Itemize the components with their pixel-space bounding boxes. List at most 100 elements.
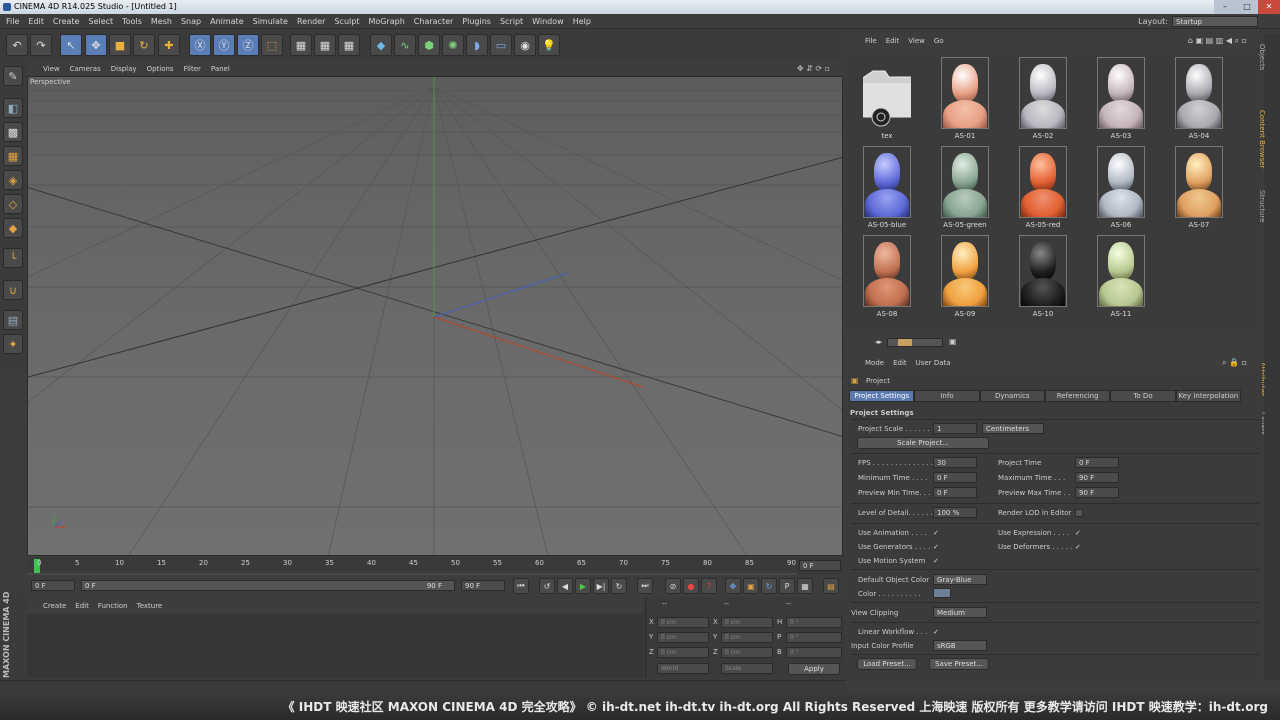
- record-keys-icon[interactable]: ⊘: [665, 578, 681, 594]
- deformer-icon[interactable]: ◗: [466, 34, 488, 56]
- load-preset-button[interactable]: Load Preset...: [857, 658, 917, 670]
- min-time-field[interactable]: 0 F: [933, 472, 977, 483]
- cb-item-as-10[interactable]: AS-10: [1013, 231, 1073, 318]
- scheme-menu-icon[interactable]: ▤: [823, 578, 839, 594]
- input-color-profile-select[interactable]: sRGB: [933, 640, 987, 651]
- cb-item-as-07[interactable]: AS-07: [1169, 142, 1229, 229]
- next-key-icon[interactable]: ↻: [611, 578, 627, 594]
- attr-menu-edit[interactable]: Edit: [893, 359, 907, 367]
- cb-item-as-11[interactable]: AS-11: [1091, 231, 1151, 318]
- use-animation-checkbox[interactable]: ✓: [933, 529, 941, 537]
- render-view-icon[interactable]: ▦: [290, 34, 312, 56]
- linear-workflow-checkbox[interactable]: ✓: [933, 628, 941, 636]
- layout-select[interactable]: Startup: [1172, 16, 1258, 27]
- default-color-select[interactable]: Gray-Blue: [933, 574, 987, 585]
- project-time-field[interactable]: 0 F: [1075, 457, 1119, 468]
- menu-file[interactable]: File: [6, 17, 19, 26]
- next-frame-icon[interactable]: ▶|: [593, 578, 609, 594]
- menu-simulate[interactable]: Simulate: [253, 17, 288, 26]
- subdivision-icon[interactable]: ⬢: [418, 34, 440, 56]
- preview-min-field[interactable]: 0 F: [933, 487, 977, 498]
- material-menu-function[interactable]: Function: [98, 602, 128, 610]
- cb-menu-view[interactable]: View: [908, 37, 925, 45]
- go-to-start-icon[interactable]: ⏮: [513, 578, 529, 594]
- color-swatch[interactable]: [933, 588, 951, 598]
- apply-button[interactable]: Apply: [788, 663, 840, 675]
- play-icon[interactable]: ▶: [575, 578, 591, 594]
- rot-b-field[interactable]: 0 °: [786, 647, 842, 658]
- z-axis-icon[interactable]: Ⓩ: [237, 34, 259, 56]
- cb-menu-go[interactable]: Go: [934, 37, 944, 45]
- fps-field[interactable]: 30: [933, 457, 977, 468]
- thumbnail-size-icon[interactable]: ◂▸: [875, 338, 882, 346]
- menu-select[interactable]: Select: [88, 17, 113, 26]
- tab-key-interpolation[interactable]: Key Interpolation: [1175, 390, 1241, 402]
- minimize-icon[interactable]: –: [1214, 0, 1236, 14]
- snap-icon[interactable]: ✦: [3, 334, 23, 354]
- cb-item-as-05-green[interactable]: AS-05-green: [935, 142, 995, 229]
- cb-menu-file[interactable]: File: [865, 37, 877, 45]
- frame-range-slider[interactable]: 0 F 90 F: [81, 580, 455, 591]
- cb-item-as-06[interactable]: AS-06: [1091, 142, 1151, 229]
- material-menu-edit[interactable]: Edit: [75, 602, 89, 610]
- live-select-icon[interactable]: ↖: [60, 34, 82, 56]
- pos-x-field[interactable]: 0 cm: [657, 617, 709, 628]
- attr-toolbar-icons[interactable]: ⌕ 🔒 ▫: [1222, 358, 1247, 368]
- points-mode-icon[interactable]: ◈: [3, 170, 23, 190]
- recent-tools-icon[interactable]: ✚: [158, 34, 180, 56]
- menu-window[interactable]: Window: [532, 17, 564, 26]
- render-lod-checkbox[interactable]: [1075, 509, 1083, 517]
- viewport-menu-display[interactable]: Display: [111, 65, 137, 73]
- preview-icon[interactable]: ▣: [949, 337, 957, 346]
- scale-project-button[interactable]: Scale Project...: [857, 437, 989, 449]
- lod-field[interactable]: 100 %: [933, 507, 977, 518]
- menu-edit[interactable]: Edit: [28, 17, 44, 26]
- 3d-viewport[interactable]: Perspective: [27, 76, 843, 556]
- tab-dynamics[interactable]: Dynamics: [979, 390, 1045, 402]
- menu-character[interactable]: Character: [414, 17, 454, 26]
- camera-icon[interactable]: ◉: [514, 34, 536, 56]
- x-axis-icon[interactable]: Ⓧ: [189, 34, 211, 56]
- workplane-icon[interactable]: ▦: [3, 146, 23, 166]
- edit-render-settings-icon[interactable]: ▦: [338, 34, 360, 56]
- use-generators-checkbox[interactable]: ✓: [933, 543, 941, 551]
- side-tab-structure[interactable]: Structure: [1258, 184, 1266, 223]
- keyframe-selection-icon[interactable]: ?: [701, 578, 717, 594]
- record-pla-icon[interactable]: ▦: [797, 578, 813, 594]
- viewport-nav-icons[interactable]: ✥ ⇵ ⟳ ▫: [797, 64, 830, 73]
- coordinate-space-select[interactable]: World: [657, 663, 709, 674]
- viewport-menu-cameras[interactable]: Cameras: [70, 65, 101, 73]
- pos-y-field[interactable]: 0 cm: [657, 632, 709, 643]
- light-icon[interactable]: 💡: [538, 34, 560, 56]
- cb-item-as-05-blue[interactable]: AS-05-blue: [857, 142, 917, 229]
- rot-p-field[interactable]: 0 °: [786, 632, 842, 643]
- polygons-mode-icon[interactable]: ◆: [3, 218, 23, 238]
- menu-help[interactable]: Help: [573, 17, 591, 26]
- menu-tools[interactable]: Tools: [122, 17, 142, 26]
- use-expression-checkbox[interactable]: ✓: [1075, 529, 1083, 537]
- size-mode-select[interactable]: Scale: [721, 663, 773, 674]
- menu-snap[interactable]: Snap: [181, 17, 201, 26]
- cb-item-as-03[interactable]: AS-03: [1091, 53, 1151, 140]
- cb-item-as-01[interactable]: AS-01: [935, 53, 995, 140]
- menu-create[interactable]: Create: [53, 17, 80, 26]
- size-y-field[interactable]: 0 cm: [721, 632, 773, 643]
- tab-to-do[interactable]: To Do: [1110, 390, 1176, 402]
- maximize-icon[interactable]: □: [1236, 0, 1258, 14]
- preview-max-field[interactable]: 90 F: [1075, 487, 1119, 498]
- undo-icon[interactable]: ↶: [6, 34, 28, 56]
- size-x-field[interactable]: 0 cm: [721, 617, 773, 628]
- rotate-icon[interactable]: ↻: [133, 34, 155, 56]
- render-picture-viewer-icon[interactable]: ▦: [314, 34, 336, 56]
- record-position-icon[interactable]: ✥: [725, 578, 741, 594]
- cb-item-as-09[interactable]: AS-09: [935, 231, 995, 318]
- scale-icon[interactable]: ■: [109, 34, 131, 56]
- material-menu-texture[interactable]: Texture: [137, 602, 163, 610]
- previous-key-icon[interactable]: ↺: [539, 578, 555, 594]
- material-menu-create[interactable]: Create: [43, 602, 66, 610]
- autokeying-icon[interactable]: ●: [683, 578, 699, 594]
- cb-menu-edit[interactable]: Edit: [886, 37, 900, 45]
- viewport-menu-filter[interactable]: Filter: [184, 65, 201, 73]
- cb-item-as-02[interactable]: AS-02: [1013, 53, 1073, 140]
- start-frame-field[interactable]: 0 F: [31, 580, 75, 591]
